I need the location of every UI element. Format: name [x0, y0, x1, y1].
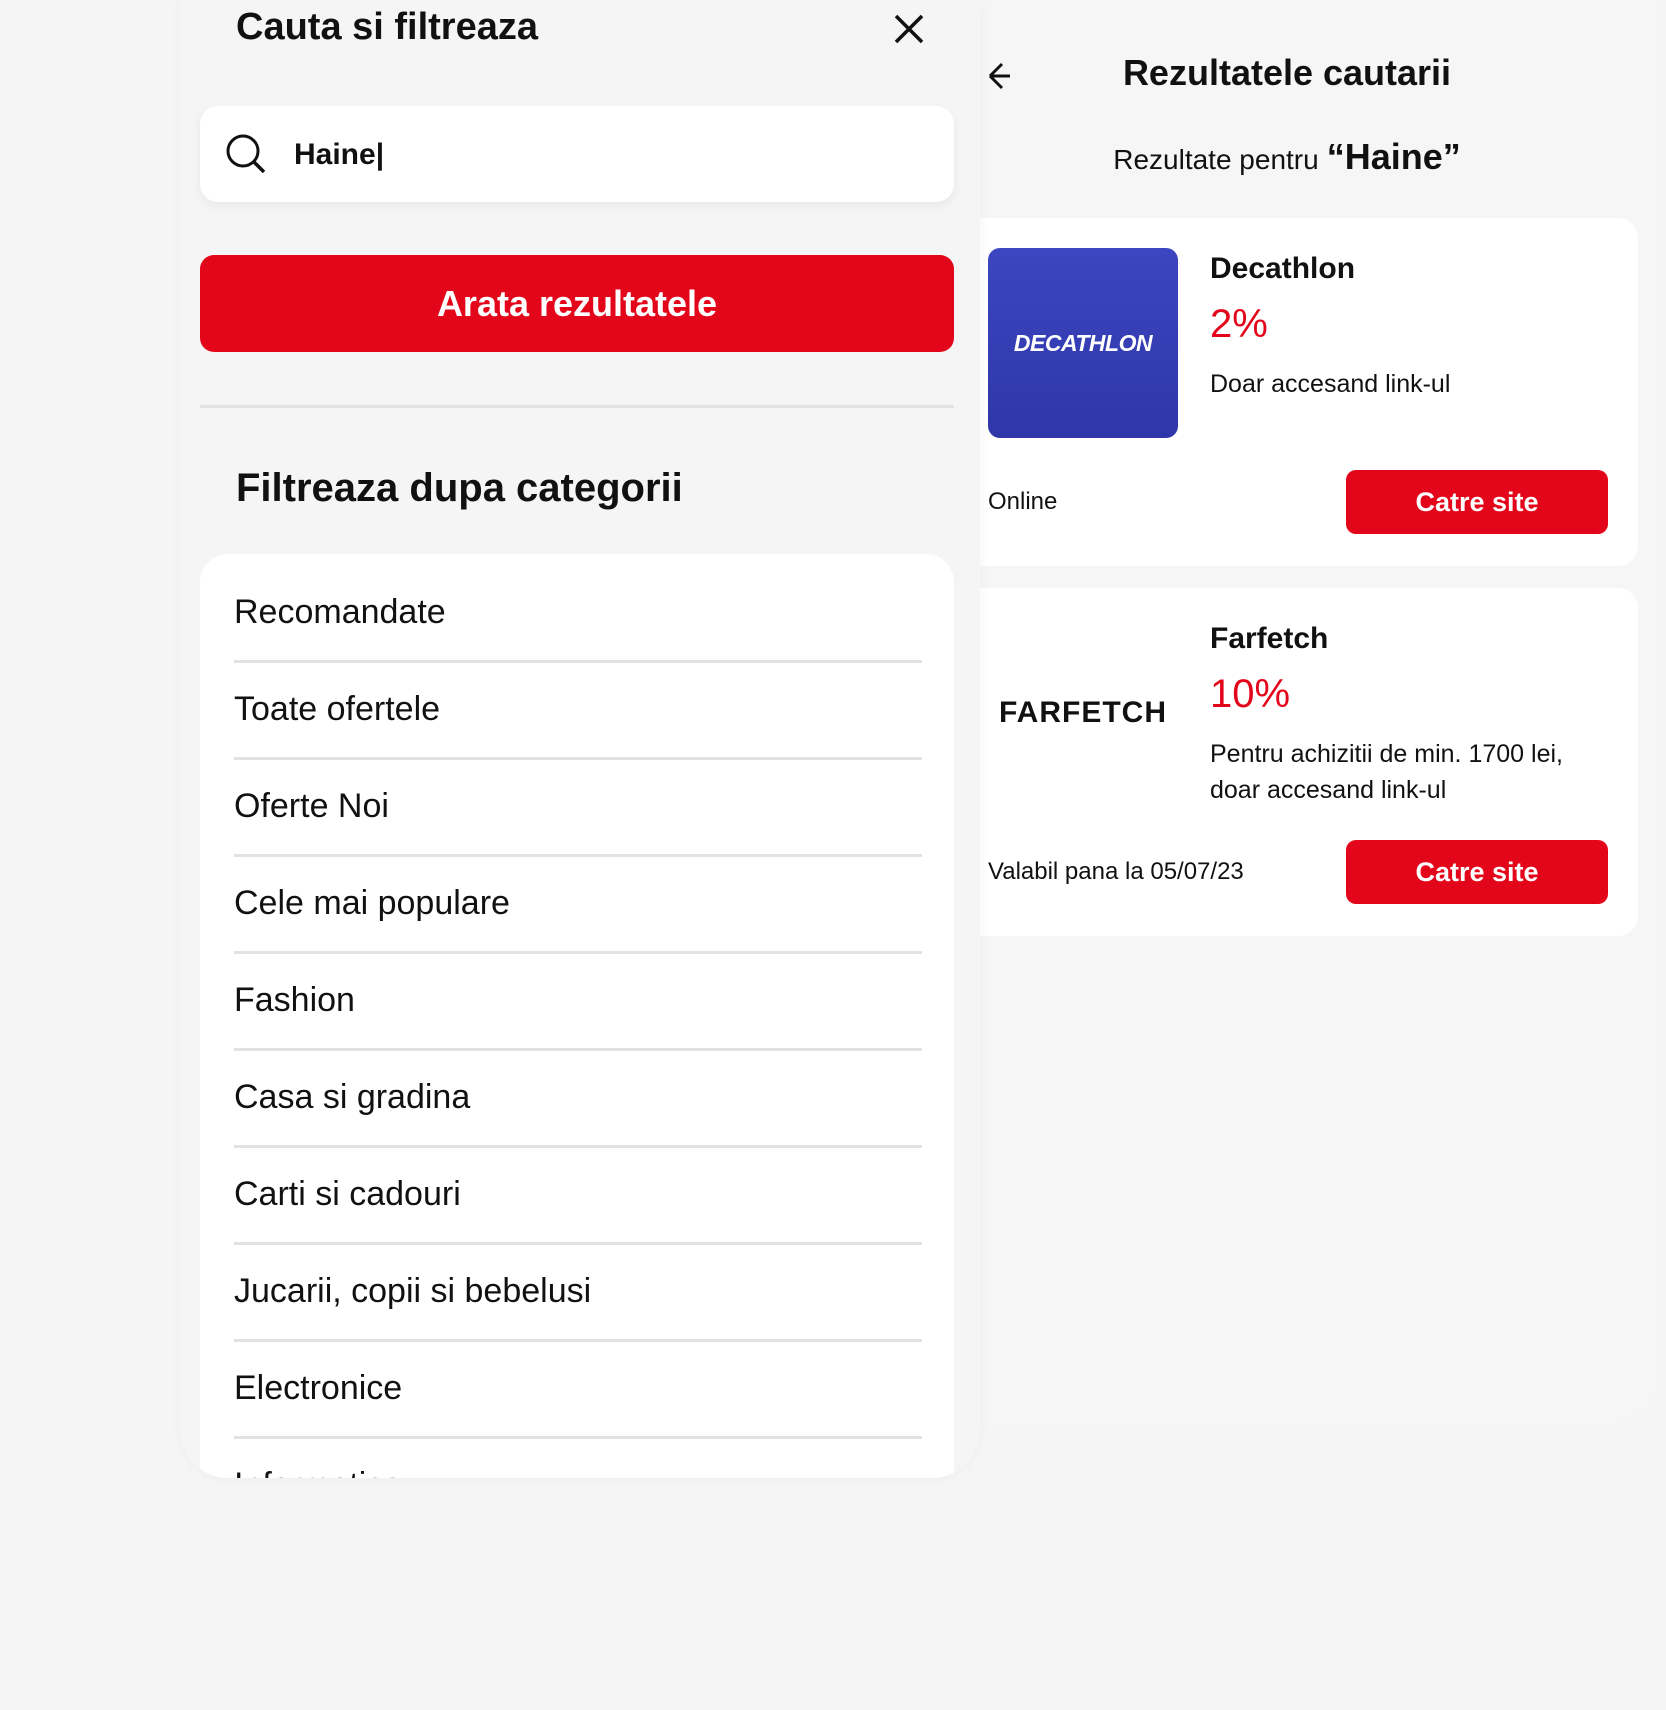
offer-description: Pentru achizitii de min. 1700 lei, doar … [1210, 740, 1563, 804]
farfetch-logo-text: FARFETCH [999, 696, 1167, 729]
results-for-label: Rezultate pentru “Haine” [914, 136, 1660, 178]
category-item-toate-ofertele[interactable]: Toate ofertele [234, 661, 922, 760]
categories-heading: Filtreaza dupa categorii [236, 466, 683, 510]
sheet-title: Cauta si filtreaza [236, 6, 538, 48]
results-screen: Rezultatele cautarii Rezultate pentru “Ha… [914, 0, 1660, 1423]
category-item-carti-si-cadouri[interactable]: Carti si cadouri [234, 1146, 922, 1245]
search-icon [226, 134, 266, 174]
brand-name: Decathlon [1210, 252, 1356, 285]
show-results-button[interactable]: Arata rezultatele [200, 255, 954, 352]
offer-description: Doar accesand link-ul [1210, 370, 1451, 398]
farfetch-logo: FARFETCH [988, 618, 1178, 808]
category-item-jucarii[interactable]: Jucarii, copii si bebelusi [234, 1243, 922, 1342]
discount-value: 2% [1210, 302, 1268, 346]
results-title: Rezultatele cautarii [1122, 52, 1452, 93]
category-item-fashion[interactable]: Fashion [234, 952, 922, 1051]
decathlon-logo: DECATHLON [988, 248, 1178, 438]
category-item-electronice[interactable]: Electronice [234, 1340, 922, 1439]
offer-validity: Valabil pana la 05/07/23 [988, 858, 1244, 885]
category-item-cele-mai-populare[interactable]: Cele mai populare [234, 855, 922, 954]
go-to-site-button[interactable]: Catre site [1346, 470, 1608, 534]
discount-value: 10% [1210, 672, 1291, 716]
brand-name: Farfetch [1210, 622, 1329, 655]
category-list: Recomandate Toate ofertele Oferte Noi Ce… [200, 554, 954, 1478]
decathlon-logo-text: DECATHLON [1013, 329, 1153, 356]
category-item-recomandate[interactable]: Recomandate [234, 564, 922, 663]
go-to-site-button[interactable]: Catre site [1346, 840, 1608, 904]
category-item-informatica[interactable]: Informatica [234, 1437, 922, 1479]
category-item-casa-si-gradina[interactable]: Casa si gradina [234, 1049, 922, 1148]
search-box[interactable] [200, 106, 954, 202]
close-icon[interactable] [892, 12, 926, 46]
search-input[interactable] [292, 128, 916, 182]
offer-card-decathlon[interactable]: DECATHLON Decathlon 2% Doar accesand lin… [914, 218, 1638, 566]
divider [200, 405, 954, 408]
filter-sheet: Cauta si filtreaza Arata rezultatele Fil… [180, 0, 980, 1478]
results-for-text: Rezultate pentru [1113, 144, 1319, 175]
offer-availability: Online [988, 488, 1058, 515]
results-query: “Haine” [1326, 136, 1461, 177]
category-item-oferte-noi[interactable]: Oferte Noi [234, 758, 922, 857]
offer-card-farfetch[interactable]: FARFETCH Farfetch 10% Pentru achizitii d… [914, 588, 1638, 936]
